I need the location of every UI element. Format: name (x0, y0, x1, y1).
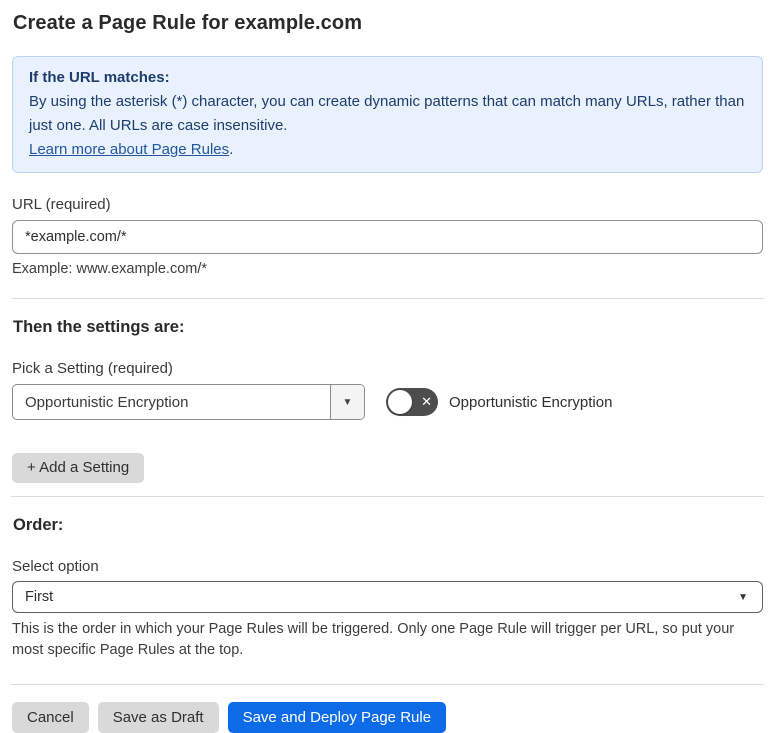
info-box-body: By using the asterisk (*) character, you… (29, 93, 745, 134)
url-matches-info-box: If the URL matches: By using the asteris… (12, 56, 763, 173)
chevron-down-icon: ▼ (738, 591, 748, 603)
order-section-heading: Order: (13, 516, 64, 534)
save-deploy-button[interactable]: Save and Deploy Page Rule (227, 702, 447, 733)
footer-divider (11, 684, 764, 685)
order-select-value: First (25, 589, 54, 605)
order-select-label: Select option (12, 558, 99, 575)
order-helper-text: This is the order in which your Page Rul… (12, 621, 735, 658)
settings-section-heading: Then the settings are: (13, 318, 185, 336)
setting-dropdown[interactable]: Opportunistic Encryption ▼ (12, 384, 365, 420)
info-box-link-line: Learn more about Page Rules. (29, 138, 746, 162)
setting-row: Opportunistic Encryption ▼ ✕ Opportunist… (12, 384, 763, 420)
url-input[interactable] (12, 220, 763, 254)
toggle-off-x-icon: ✕ (421, 394, 432, 409)
toggle-label: Opportunistic Encryption (449, 393, 613, 411)
form-actions: Cancel Save as Draft Save and Deploy Pag… (12, 702, 763, 733)
info-box-heading: If the URL matches: (29, 69, 170, 86)
chevron-down-icon[interactable]: ▼ (330, 385, 364, 419)
learn-more-link[interactable]: Learn more about Page Rules (29, 141, 229, 158)
pick-setting-label: Pick a Setting (required) (12, 360, 173, 377)
page-title: Create a Page Rule for example.com (13, 12, 363, 34)
toggle-knob (388, 390, 412, 414)
setting-dropdown-value: Opportunistic Encryption (25, 393, 189, 411)
save-draft-button[interactable]: Save as Draft (97, 702, 219, 733)
section-divider (11, 496, 764, 497)
url-field-label: URL (required) (12, 196, 111, 213)
section-divider (11, 298, 764, 299)
add-setting-button[interactable]: + Add a Setting (12, 453, 145, 483)
order-select[interactable]: First ▼ (12, 581, 763, 613)
cancel-button[interactable]: Cancel (12, 702, 89, 733)
link-suffix: . (229, 141, 234, 158)
url-example-helper: Example: www.example.com/* (12, 261, 208, 277)
opportunistic-encryption-toggle[interactable]: ✕ (386, 388, 438, 416)
